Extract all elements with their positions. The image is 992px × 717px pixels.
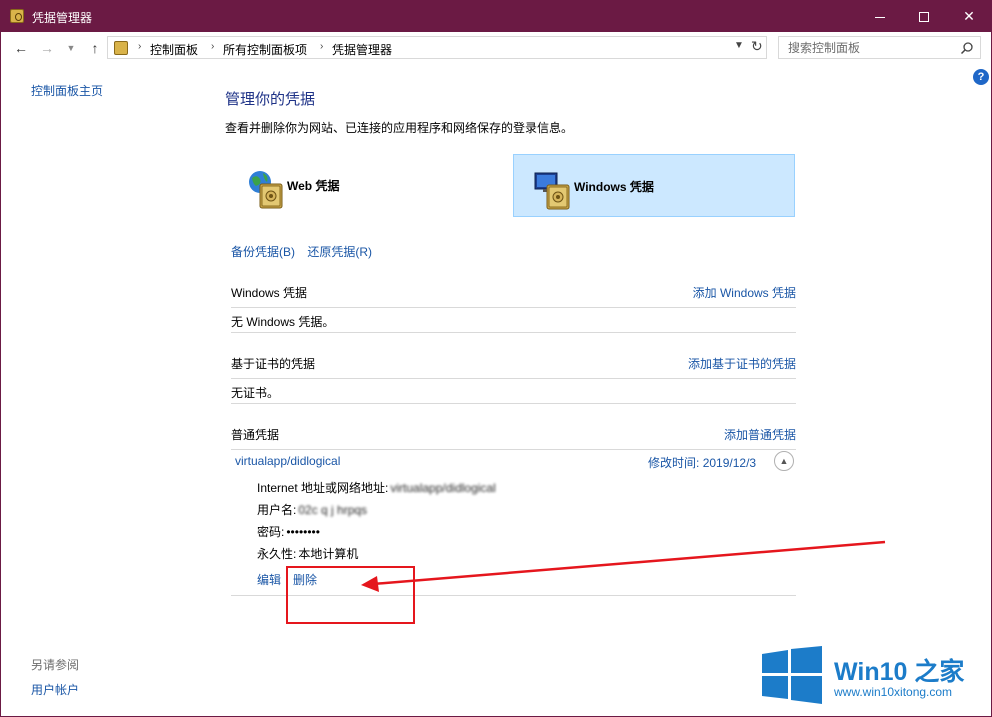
password-label: 密码: bbox=[257, 525, 285, 539]
section-empty-text: 无证书。 bbox=[231, 386, 280, 400]
page-description: 查看并删除你为网站、已连接的应用程序和网络保存的登录信息。 bbox=[225, 121, 574, 135]
add-windows-credential-link[interactable]: 添加 Windows 凭据 bbox=[693, 284, 796, 301]
password-value: •••••••• bbox=[286, 525, 320, 539]
modified-date: 2019/12/3 bbox=[702, 456, 757, 470]
address-value: virtualapp/didlogical bbox=[390, 481, 496, 495]
title-bar: 凭据管理器 ✕ bbox=[1, 1, 991, 32]
close-icon: ✕ bbox=[963, 8, 975, 24]
address-label: Internet 地址或网络地址: bbox=[257, 481, 389, 495]
backup-restore-row: 备份凭据(B) 还原凭据(R) bbox=[231, 243, 381, 260]
window-title: 凭据管理器 bbox=[32, 11, 93, 25]
credential-password-row: 密码: •••••••• bbox=[257, 523, 320, 540]
breadcrumb-separator-icon[interactable]: › bbox=[320, 41, 323, 52]
section-title: 普通凭据 bbox=[231, 428, 280, 442]
credential-address-row: Internet 地址或网络地址: virtualapp/didlogical bbox=[257, 479, 496, 496]
see-also-heading: 另请参阅 bbox=[31, 658, 80, 672]
recent-locations-chevron-icon[interactable]: ▼ bbox=[62, 38, 80, 58]
section-divider bbox=[231, 403, 796, 404]
watermark-url: www.win10xitong.com bbox=[834, 685, 953, 699]
credential-manager-window: 凭据管理器 ✕ ← → ▼ ↑ › 控制面板 › 所有控制面板项 › 凭据管理器… bbox=[0, 0, 992, 717]
windows-credentials-label: Windows 凭据 bbox=[574, 180, 654, 194]
section-title: 基于证书的凭据 bbox=[231, 357, 316, 371]
refresh-icon[interactable]: ↻ bbox=[751, 38, 763, 55]
breadcrumb-control-panel[interactable]: 控制面板 bbox=[150, 41, 198, 58]
credential-modified: 修改时间: 2019/12/3 bbox=[648, 454, 756, 471]
page-title: 管理你的凭据 bbox=[225, 91, 316, 108]
windows-logo-icon bbox=[762, 646, 822, 704]
persistence-value: 本地计算机 bbox=[298, 547, 359, 561]
collapse-chevron-up-icon[interactable]: ▲ bbox=[774, 451, 794, 471]
control-panel-home-link[interactable]: 控制面板主页 bbox=[31, 82, 103, 99]
certificate-credentials-section: 基于证书的凭据 添加基于证书的凭据 无证书。 bbox=[231, 355, 796, 405]
section-header: 普通凭据 添加普通凭据 bbox=[231, 426, 796, 450]
win10-watermark: Win10 之家 www.win10xitong.com bbox=[762, 646, 987, 706]
address-bar[interactable]: › 控制面板 › 所有控制面板项 › 凭据管理器 ▼ ↻ bbox=[107, 36, 767, 59]
credential-username-row: 用户名: 02c q j hrpqs bbox=[257, 501, 367, 518]
navigation-bar: ← → ▼ ↑ › 控制面板 › 所有控制面板项 › 凭据管理器 ▼ ↻ bbox=[1, 32, 991, 64]
backup-credentials-link[interactable]: 备份凭据(B) bbox=[231, 245, 295, 259]
annotation-highlight-box bbox=[286, 566, 415, 624]
breadcrumb-separator-icon[interactable]: › bbox=[211, 41, 214, 52]
minimize-button[interactable] bbox=[857, 1, 903, 32]
user-accounts-link[interactable]: 用户帐户 bbox=[31, 681, 79, 698]
watermark-brand-latin: Win10 bbox=[834, 658, 908, 686]
username-label: 用户名: bbox=[257, 503, 297, 517]
section-header: Windows 凭据 添加 Windows 凭据 bbox=[231, 284, 796, 308]
web-credentials-label: Web 凭据 bbox=[287, 179, 340, 193]
control-panel-location-icon bbox=[114, 41, 128, 55]
watermark-brand-zh: 之家 bbox=[914, 658, 965, 686]
windows-credentials-section: Windows 凭据 添加 Windows 凭据 无 Windows 凭据。 bbox=[231, 284, 796, 334]
close-button[interactable]: ✕ bbox=[946, 1, 992, 32]
search-box[interactable] bbox=[778, 36, 981, 59]
persistence-label: 永久性: bbox=[257, 547, 297, 561]
section-title: Windows 凭据 bbox=[231, 286, 308, 300]
username-value: 02c q j hrpqs bbox=[298, 503, 368, 517]
add-certificate-credential-link[interactable]: 添加基于证书的凭据 bbox=[688, 355, 796, 372]
section-empty-text: 无 Windows 凭据。 bbox=[231, 315, 335, 329]
breadcrumb-all-items[interactable]: 所有控制面板项 bbox=[223, 41, 307, 58]
address-dropdown-chevron-icon[interactable]: ▼ bbox=[734, 40, 744, 51]
minimize-icon bbox=[875, 16, 885, 18]
credential-persistence-row: 永久性: 本地计算机 bbox=[257, 545, 358, 562]
section-header: 基于证书的凭据 添加基于证书的凭据 bbox=[231, 355, 796, 379]
up-arrow-icon[interactable]: ↑ bbox=[86, 38, 104, 58]
watermark-brand: Win10 之家 bbox=[834, 652, 964, 688]
breadcrumb-separator-icon[interactable]: › bbox=[138, 41, 141, 52]
credential-name-link[interactable]: virtualapp/didlogical bbox=[235, 454, 340, 468]
globe-vault-icon bbox=[249, 171, 283, 209]
generic-credentials-section: 普通凭据 添加普通凭据 bbox=[231, 426, 796, 450]
search-icon[interactable] bbox=[960, 41, 974, 55]
forward-arrow-icon[interactable]: → bbox=[38, 38, 56, 58]
windows-credentials-tile[interactable]: Windows 凭据 bbox=[513, 154, 795, 217]
section-divider bbox=[231, 332, 796, 333]
modified-label: 修改时间: bbox=[648, 456, 700, 470]
breadcrumb-credential-manager[interactable]: 凭据管理器 bbox=[332, 41, 392, 58]
credential-manager-icon bbox=[10, 9, 24, 23]
back-arrow-icon[interactable]: ← bbox=[12, 38, 30, 58]
maximize-icon bbox=[919, 12, 929, 23]
edit-credential-link[interactable]: 编辑 bbox=[257, 571, 281, 588]
computer-vault-icon bbox=[534, 172, 570, 210]
web-credentials-tile[interactable]: Web 凭据 bbox=[227, 154, 509, 217]
search-input[interactable] bbox=[779, 37, 959, 58]
add-generic-credential-link[interactable]: 添加普通凭据 bbox=[724, 426, 796, 443]
restore-credentials-link[interactable]: 还原凭据(R) bbox=[307, 245, 372, 259]
maximize-button[interactable] bbox=[901, 1, 947, 32]
help-icon[interactable]: ? bbox=[973, 69, 989, 85]
